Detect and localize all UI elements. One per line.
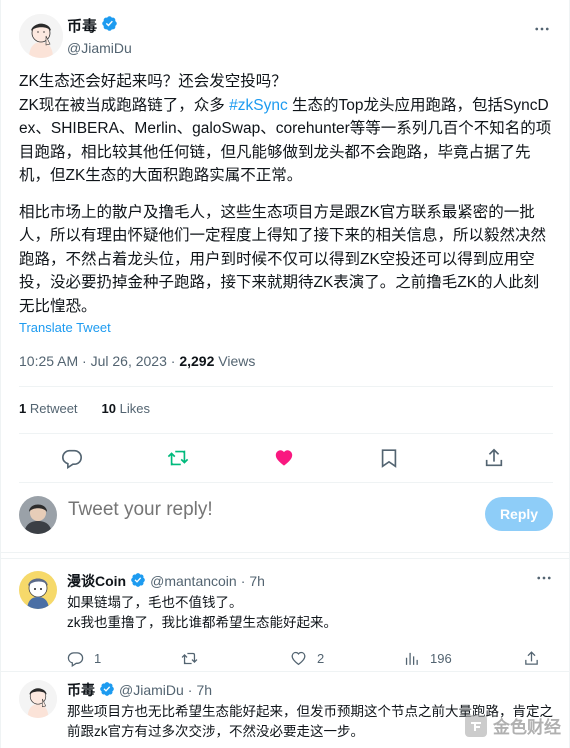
translate-tweet-link[interactable]: Translate Tweet <box>19 320 111 335</box>
reply-reply-button[interactable]: 1 <box>67 650 101 667</box>
reply-avatar[interactable] <box>19 571 57 609</box>
author-name[interactable]: 币毒 <box>67 17 97 36</box>
verified-badge-icon <box>130 572 146 591</box>
reply-header: 漫谈Coin @mantancoin · 7h <box>67 571 265 591</box>
reply-composer: Reply <box>19 493 553 535</box>
reply-author-handle[interactable]: @mantancoin <box>150 573 237 589</box>
like-icon <box>291 651 306 666</box>
like-icon[interactable] <box>270 444 298 472</box>
retweet-icon <box>181 652 198 665</box>
reply-submit-button[interactable]: Reply <box>485 497 553 531</box>
bookmark-icon[interactable] <box>375 444 403 472</box>
tweet-paragraph: 相比市场上的散户及撸毛人，这些生态项目方是跟ZK官方联系最紧密的一批人，所以有理… <box>19 203 547 315</box>
reply-share-button[interactable] <box>523 650 540 667</box>
share-icon[interactable] <box>480 444 508 472</box>
reply-retweet-button[interactable] <box>181 650 208 667</box>
tweet-meta: 10:25 AM · Jul 26, 2023 · 2,292 Views <box>19 351 255 371</box>
like-count: 2 <box>317 651 325 666</box>
likes-stat[interactable]: 10 Likes <box>102 401 150 416</box>
divider <box>1 552 569 553</box>
reply-avatar[interactable] <box>19 680 57 718</box>
tweet-line: ZK生态还会好起来吗？还会发空投吗？ <box>19 73 287 90</box>
reply-author-name[interactable]: 币毒 <box>67 680 95 700</box>
separator: · <box>240 573 246 589</box>
reply-time[interactable]: 7h <box>196 682 212 698</box>
verified-badge-icon <box>99 681 115 700</box>
share-icon <box>525 651 538 665</box>
views-label: Views <box>214 353 256 369</box>
reply-item[interactable]: 漫谈Coin @mantancoin · 7h 如果链塌了，毛也不值钱了。 zk… <box>19 571 553 671</box>
current-user-avatar[interactable] <box>19 496 57 534</box>
divider <box>19 482 553 483</box>
divider <box>1 558 569 559</box>
watermark-logo-icon <box>465 714 487 737</box>
tweet-stats: 1 Retweet 10 Likes <box>19 401 150 416</box>
more-options-icon[interactable] <box>531 18 553 40</box>
hashtag-link[interactable]: #zkSync <box>229 97 288 114</box>
views-count: 196 <box>430 651 452 666</box>
tweet-timestamp[interactable]: 10:25 AM · Jul 26, 2023 · <box>19 353 179 369</box>
views-icon <box>405 652 418 665</box>
reply-author-handle[interactable]: @JiamiDu <box>119 682 184 698</box>
views-count: 2,292 <box>179 353 215 369</box>
verified-badge-icon <box>101 15 118 37</box>
reply-line: 如果链塌了，毛也不值钱了。 <box>67 595 243 610</box>
reply-input[interactable] <box>68 499 398 521</box>
reply-text: 如果链塌了，毛也不值钱了。 zk我也重撸了，我比谁都希望生态能好起来。 <box>67 593 547 633</box>
reply-header: 币毒 @JiamiDu · 7h <box>67 680 212 700</box>
reply-action-bar: 1 2 196 <box>67 650 553 670</box>
reply-views-button[interactable]: 196 <box>403 650 452 667</box>
tweet-header: 币毒 @JiamiDu <box>19 12 553 62</box>
reply-author-name[interactable]: 漫谈Coin <box>67 571 126 591</box>
tweet-text-segment: ZK现在被当成跑路链了，众多 <box>19 96 230 114</box>
reply-line: zk我也重撸了，我比谁都希望生态能好起来。 <box>67 615 337 630</box>
action-bar <box>19 444 553 472</box>
reply-icon[interactable] <box>58 444 86 472</box>
reply-like-button[interactable]: 2 <box>290 650 324 667</box>
more-options-icon[interactable] <box>535 569 553 592</box>
author-avatar[interactable] <box>19 14 63 58</box>
watermark: 金色财经 <box>465 713 561 738</box>
author-handle[interactable]: @JiamiDu <box>67 38 132 58</box>
retweet-icon[interactable] <box>164 444 192 472</box>
reply-time[interactable]: 7h <box>249 573 265 589</box>
tweet-text: ZK生态还会好起来吗？还会发空投吗？ ZK现在被当成跑路链了，众多 #zkSyn… <box>19 70 553 318</box>
retweets-stat[interactable]: 1 Retweet <box>19 401 78 416</box>
tweet-paragraph: ZK生态还会好起来吗？还会发空投吗？ ZK现在被当成跑路链了，众多 #zkSyn… <box>19 70 553 188</box>
reply-count: 1 <box>94 651 102 666</box>
reply-icon <box>67 652 84 667</box>
watermark-text: 金色财经 <box>493 718 561 737</box>
divider <box>19 433 553 434</box>
tweet-thread: 币毒 @JiamiDu ZK生态还会好起来吗？还会发空投吗？ ZK现在被当成跑路… <box>0 0 570 748</box>
separator: · <box>187 682 193 698</box>
divider <box>1 671 569 672</box>
divider <box>19 386 553 387</box>
